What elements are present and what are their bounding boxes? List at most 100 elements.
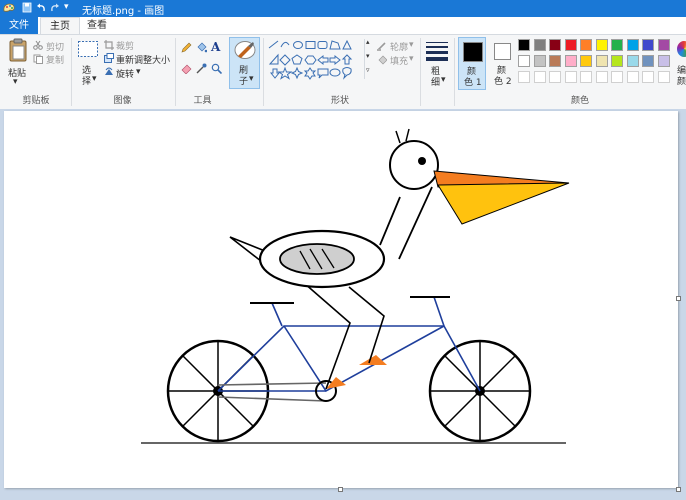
shapes-scroll[interactable]: ▴ ▾ ▿ — [364, 38, 373, 79]
color-swatch[interactable] — [533, 39, 546, 51]
quick-access-dropdown-icon[interactable]: ▾ — [64, 2, 69, 14]
edit-colors-button[interactable]: 编 颜 — [675, 37, 686, 90]
tab-file[interactable]: 文件 — [0, 17, 38, 34]
resize-handle-corner[interactable] — [676, 487, 681, 492]
tab-home[interactable]: 主页 — [40, 17, 80, 34]
rotate-dropdown-icon[interactable]: ▾ — [136, 67, 141, 77]
colors-group-label: 颜色 — [570, 96, 589, 106]
fill-dropdown-icon[interactable]: ▾ — [409, 54, 414, 64]
color-swatch[interactable] — [642, 39, 654, 51]
outline-button[interactable]: 轮廓 — [390, 40, 408, 53]
color2-swatch — [494, 43, 511, 60]
color1-swatch — [463, 42, 483, 62]
size-dropdown-icon[interactable]: ▾ — [441, 75, 446, 85]
rotate-icon[interactable] — [104, 67, 114, 77]
size-label-2: 细 — [431, 78, 441, 88]
title-bar: ▾ 无标题.png - 画图 — [0, 0, 686, 17]
color-swatch[interactable] — [580, 55, 592, 67]
shapes-expand-icon[interactable]: ▿ — [366, 66, 370, 74]
color-swatch[interactable] — [626, 55, 639, 67]
window-title: 无标题.png - 画图 — [82, 6, 165, 17]
bird-neck — [379, 186, 433, 260]
fill-icon[interactable] — [377, 55, 387, 65]
shapes-scroll-up-icon[interactable]: ▴ — [366, 38, 370, 46]
shapes-gallery[interactable] — [268, 39, 364, 81]
color-swatch[interactable] — [642, 71, 654, 83]
resize-icon[interactable] — [104, 53, 114, 63]
text-tool-icon[interactable]: A — [211, 40, 220, 54]
color-swatch[interactable] — [642, 55, 654, 67]
beak-lower — [437, 182, 570, 225]
color-swatch[interactable] — [657, 39, 670, 51]
separator — [71, 38, 72, 106]
undo-icon[interactable] — [36, 2, 46, 14]
crop-button[interactable]: 裁剪 — [116, 39, 134, 52]
shapes-group-label: 形状 — [330, 96, 349, 106]
select-icon[interactable] — [77, 40, 99, 58]
paste-icon[interactable] — [7, 38, 29, 64]
fill-bucket-icon[interactable] — [196, 42, 207, 53]
paste-dropdown-icon[interactable]: ▾ — [13, 77, 18, 87]
color-swatch[interactable] — [595, 55, 608, 67]
outline-icon[interactable] — [377, 41, 387, 51]
color-swatch[interactable] — [611, 71, 623, 83]
ribbon: 粘贴 ▾ 剪切 复制 剪贴板 选 择 ▾ 裁剪 重新调整大小 旋转 ▾ 图像 A — [0, 34, 686, 110]
tools-group-label: 工具 — [193, 96, 212, 106]
crop-icon[interactable] — [104, 40, 114, 50]
color-swatch[interactable] — [518, 55, 530, 67]
color-swatch[interactable] — [611, 39, 623, 51]
resize-handle-right[interactable] — [676, 296, 681, 301]
color-swatch[interactable] — [595, 71, 608, 83]
color-wheel-icon — [677, 41, 686, 57]
shapes-scroll-down-icon[interactable]: ▾ — [366, 52, 370, 60]
color-swatch[interactable] — [626, 71, 639, 83]
color-swatch[interactable] — [657, 55, 670, 67]
bird-wing — [279, 243, 355, 275]
copy-button[interactable]: 复制 — [46, 53, 64, 66]
color-swatch[interactable] — [564, 39, 577, 51]
color-swatch[interactable] — [549, 39, 561, 51]
color2-button[interactable]: 颜 色 2 — [489, 37, 517, 90]
copy-icon[interactable] — [33, 54, 43, 64]
magnifier-icon[interactable] — [211, 63, 222, 74]
color-swatch[interactable] — [564, 71, 577, 83]
color-swatch[interactable] — [580, 39, 592, 51]
fill-button[interactable]: 填充 — [390, 54, 408, 67]
resize-button[interactable]: 重新调整大小 — [116, 53, 170, 66]
color-picker-icon[interactable] — [196, 63, 207, 74]
eraser-icon[interactable] — [181, 63, 192, 74]
rotate-button[interactable]: 旋转 — [116, 67, 134, 80]
color1-button[interactable]: 颜 色 1 — [458, 37, 486, 90]
save-icon[interactable] — [22, 2, 32, 14]
color-swatch[interactable] — [518, 71, 530, 83]
color-swatch[interactable] — [595, 39, 608, 51]
resize-handle-bottom[interactable] — [338, 487, 343, 492]
brushes-button[interactable]: 刷 子 ▾ — [229, 37, 260, 89]
paint-app-icon[interactable] — [2, 2, 16, 14]
cut-icon[interactable] — [33, 40, 43, 50]
chain — [217, 382, 327, 402]
color-swatch[interactable] — [533, 71, 546, 83]
color-swatch[interactable] — [611, 55, 623, 67]
color1-label-2: 色 1 — [464, 78, 482, 88]
color-swatch[interactable] — [549, 71, 561, 83]
tab-view[interactable]: 查看 — [80, 17, 114, 34]
color-swatch[interactable] — [564, 55, 577, 67]
select-dropdown-icon[interactable]: ▾ — [92, 74, 97, 84]
color-swatch[interactable] — [657, 71, 670, 83]
bird-on-bicycle-drawing — [141, 128, 570, 444]
color-swatch[interactable] — [533, 55, 546, 67]
size-icon[interactable] — [425, 41, 449, 61]
color-swatch[interactable] — [518, 39, 530, 51]
cut-button[interactable]: 剪切 — [46, 40, 64, 53]
color-swatch[interactable] — [626, 39, 639, 51]
clipboard-group-label: 剪贴板 — [22, 96, 50, 106]
pencil-icon[interactable] — [181, 42, 192, 53]
outline-dropdown-icon[interactable]: ▾ — [409, 40, 414, 50]
redo-icon[interactable] — [50, 2, 60, 14]
color-swatch[interactable] — [580, 71, 592, 83]
drawing-canvas[interactable] — [4, 111, 678, 488]
color-swatch[interactable] — [549, 55, 561, 67]
select-label-2: 择 — [82, 77, 92, 87]
brushes-label-2: 子 — [239, 77, 249, 87]
